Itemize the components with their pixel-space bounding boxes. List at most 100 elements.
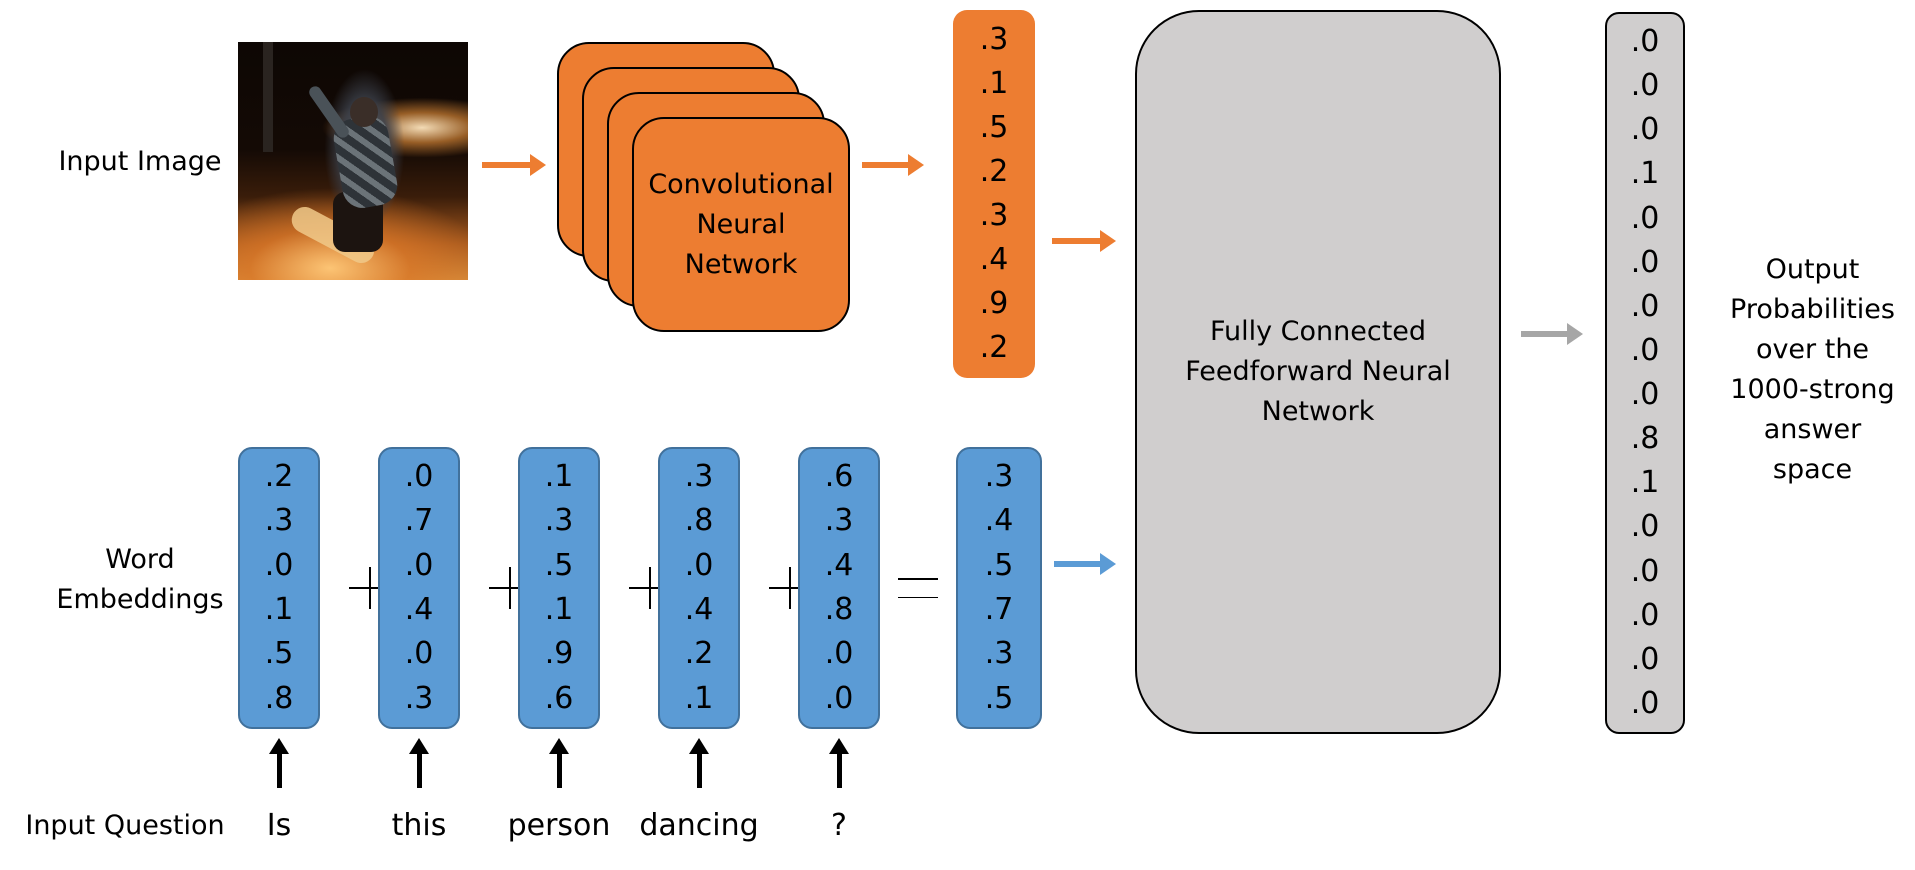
arrow-image-features-to-fc	[1052, 230, 1116, 252]
sum-vector-value: .7	[984, 592, 1014, 628]
output-probability-value: .8	[1630, 421, 1660, 457]
question-word: ?	[831, 808, 847, 843]
output-probability-value: .0	[1630, 68, 1660, 104]
cnn-label-line2: Neural	[696, 208, 786, 240]
word-embedding-vector: .2 .3 .0 .1 .5 .8	[238, 447, 320, 729]
fc-label-line2: Feedforward Neural	[1185, 356, 1451, 387]
output-probability-value: .0	[1630, 200, 1660, 236]
fc-label-line3: Network	[1261, 396, 1375, 427]
output-label-line3: over the	[1755, 334, 1870, 365]
word-embedding-value: .0	[404, 636, 434, 672]
output-label-line4: 1000-strong	[1730, 374, 1895, 405]
output-probabilities-label: Output Probabilities over the 1000-stron…	[1715, 250, 1910, 490]
output-probability-value: .0	[1630, 597, 1660, 633]
output-probability-value: .0	[1630, 377, 1660, 413]
output-probability-value: .0	[1630, 112, 1660, 148]
word-embedding-value: .6	[824, 459, 854, 495]
output-probability-value: .0	[1630, 685, 1660, 721]
output-label-line2: Probabilities	[1730, 294, 1895, 325]
word-embeddings-label: Word Embeddings	[40, 540, 240, 620]
word-embedding-value: .1	[544, 459, 574, 495]
arrow-fc-to-output	[1521, 323, 1583, 345]
word-embedding-value: .3	[404, 680, 434, 716]
word-embedding-value: .8	[264, 680, 294, 716]
equals-operator	[898, 578, 938, 598]
image-feature-value: .5	[979, 110, 1009, 145]
image-feature-value: .3	[979, 198, 1009, 233]
output-probability-value: .1	[1630, 156, 1660, 192]
image-feature-value: .4	[979, 242, 1009, 277]
photo-arm	[306, 83, 352, 141]
word-embedding-value: .4	[824, 547, 854, 583]
word-embedding-value: .5	[544, 547, 574, 583]
output-probability-value: .0	[1630, 332, 1660, 368]
word-embedding-vector: .6 .3 .4 .8 .0 .0	[798, 447, 880, 729]
word-embedding-value: .1	[684, 680, 714, 716]
word-embeddings-label-line2: Embeddings	[56, 584, 224, 615]
question-word: dancing	[639, 808, 759, 843]
cnn-label-line1: Convolutional	[648, 168, 834, 200]
output-label-line6: space	[1772, 454, 1853, 485]
image-feature-value: .1	[979, 66, 1009, 101]
arrow-word-to-embedding	[829, 738, 849, 788]
word-embedding-value: .0	[404, 547, 434, 583]
question-word: person	[507, 808, 611, 843]
output-label-line1: Output	[1765, 254, 1860, 285]
sum-vector-value: .4	[984, 503, 1014, 539]
word-embeddings-label-line1: Word	[105, 544, 175, 575]
question-word: Is	[266, 808, 292, 843]
arrow-image-to-cnn	[482, 154, 546, 176]
output-label-line5: answer	[1763, 414, 1862, 445]
word-embedding-value: .3	[824, 503, 854, 539]
word-embedding-value: .3	[544, 503, 574, 539]
cnn-label-line3: Network	[684, 248, 798, 280]
cnn-layer-4: Convolutional Neural Network	[632, 117, 850, 332]
word-embedding-value: .7	[404, 503, 434, 539]
sum-vector-value: .3	[984, 636, 1014, 672]
arrow-word-to-embedding	[689, 738, 709, 788]
word-embedding-vector: .0 .7 .0 .4 .0 .3	[378, 447, 460, 729]
image-feature-value: .9	[979, 286, 1009, 321]
photo-pole	[263, 42, 273, 152]
word-embedding-value: .4	[404, 592, 434, 628]
word-embedding-value: .9	[544, 636, 574, 672]
image-feature-value: .3	[979, 22, 1009, 57]
word-embedding-vector: .3 .8 .0 .4 .2 .1	[658, 447, 740, 729]
image-feature-value: .2	[979, 330, 1009, 365]
photo-head	[350, 97, 378, 127]
fc-label-line1: Fully Connected	[1209, 316, 1427, 347]
word-embedding-value: .8	[684, 503, 714, 539]
output-probabilities-vector: .0 .0 .0 .1 .0 .0 .0 .0 .0 .8 .1 .0 .0 .0 .0 .0	[1605, 12, 1685, 734]
arrow-word-to-embedding	[269, 738, 289, 788]
output-probability-value: .0	[1630, 244, 1660, 280]
word-embedding-vector: .1 .3 .5 .1 .9 .6	[518, 447, 600, 729]
word-embedding-value: .6	[544, 680, 574, 716]
sum-vector-value: .3	[984, 459, 1014, 495]
arrow-word-to-embedding	[549, 738, 569, 788]
output-probability-value: .0	[1630, 24, 1660, 60]
word-embedding-value: .4	[684, 592, 714, 628]
word-embedding-value: .2	[264, 459, 294, 495]
arrow-word-to-embedding	[409, 738, 429, 788]
word-embedding-value: .1	[544, 592, 574, 628]
question-word: this	[391, 808, 447, 843]
output-probability-value: .0	[1630, 641, 1660, 677]
sum-embedding-vector: .3 .4 .5 .7 .3 .5	[956, 447, 1042, 729]
output-probability-value: .0	[1630, 288, 1660, 324]
output-probability-value: .1	[1630, 465, 1660, 501]
image-feature-value: .2	[979, 154, 1009, 189]
word-embedding-value: .8	[824, 592, 854, 628]
word-embedding-value: .0	[404, 459, 434, 495]
word-embedding-value: .0	[264, 547, 294, 583]
image-feature-vector: .3 .1 .5 .2 .3 .4 .9 .2	[953, 10, 1035, 378]
output-probability-value: .0	[1630, 509, 1660, 545]
word-embedding-value: .5	[264, 636, 294, 672]
word-embedding-value: .2	[684, 636, 714, 672]
input-image	[238, 42, 468, 280]
fully-connected-network: Fully Connected Feedforward Neural Netwo…	[1135, 10, 1501, 734]
word-embedding-value: .0	[824, 680, 854, 716]
word-embedding-value: .3	[684, 459, 714, 495]
sum-vector-value: .5	[984, 547, 1014, 583]
input-image-label: Input Image	[58, 146, 222, 177]
word-embedding-value: .3	[264, 503, 294, 539]
